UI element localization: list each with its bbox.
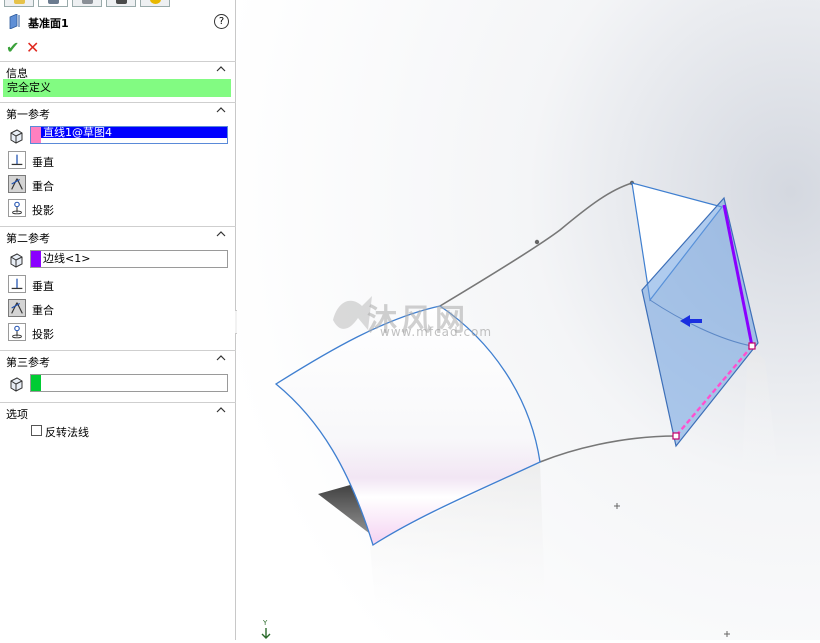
flip-normal-label: 反转法线 — [45, 426, 89, 439]
sketch-endpoint[interactable] — [672, 432, 680, 440]
feature-title-row: 基准面1 ? — [6, 13, 230, 31]
appearance-tab[interactable] — [140, 0, 170, 7]
section-divider — [0, 61, 236, 62]
third-reference-header[interactable]: 第三参考 — [0, 350, 236, 369]
property-manager-panel: 基准面1 ? ✔ ✕ 信息 完全定义 第一参考 直线1@草图4 垂直 重合 投影 — [0, 0, 236, 640]
axis-y-label: Y — [263, 619, 268, 627]
third-reference-selection-box[interactable] — [30, 374, 228, 392]
info-section-header[interactable]: 信息 — [0, 61, 236, 80]
property-manager-tab[interactable] — [38, 0, 68, 7]
option-label: 垂直 — [32, 156, 54, 169]
second-ref-option-coincident[interactable]: 重合 — [8, 299, 208, 319]
options-section-title: 选项 — [6, 408, 28, 421]
curve-point — [534, 239, 540, 245]
first-ref-option-project[interactable]: 投影 — [8, 199, 208, 219]
option-label: 垂直 — [32, 280, 54, 293]
option-label: 重合 — [32, 304, 54, 317]
coincident-icon — [8, 299, 26, 317]
chevron-up-icon[interactable] — [216, 353, 226, 363]
perpendicular-icon — [8, 151, 26, 169]
first-reference-header[interactable]: 第一参考 — [0, 102, 236, 121]
second-reference-selection-box[interactable]: 边线<1> — [30, 250, 228, 268]
feature-manager-tab[interactable] — [4, 0, 34, 7]
second-reference-header[interactable]: 第二参考 — [0, 226, 236, 245]
third-reference-title: 第三参考 — [6, 356, 50, 369]
third-reference-color-swatch — [31, 375, 41, 391]
second-ref-option-perpendicular[interactable]: 垂直 — [8, 275, 208, 295]
perpendicular-icon — [8, 275, 26, 293]
first-reference-selection-box[interactable]: 直线1@草图4 — [30, 126, 228, 144]
model-view — [237, 0, 820, 640]
chevron-up-icon[interactable] — [216, 64, 226, 74]
second-reference-selection-text: 边线<1> — [43, 252, 91, 265]
plane-icon — [9, 14, 20, 29]
property-manager-icon — [48, 0, 59, 4]
options-section-header[interactable]: 选项 — [0, 402, 236, 421]
help-icon[interactable]: ? — [214, 14, 229, 29]
reference-entity-icon — [10, 253, 23, 268]
appearance-icon — [150, 0, 161, 4]
section-divider — [0, 402, 236, 403]
first-ref-option-perpendicular[interactable]: 垂直 — [8, 151, 208, 171]
configuration-manager-tab[interactable] — [72, 0, 102, 7]
second-reference-title: 第二参考 — [6, 232, 50, 245]
option-label: 重合 — [32, 180, 54, 193]
sketch-endpoint[interactable] — [748, 342, 756, 350]
project-icon — [8, 199, 26, 217]
option-label: 投影 — [32, 204, 54, 217]
graphics-viewport[interactable]: 沐风网 www.mfcad.com Y — [237, 0, 820, 640]
reference-entity-icon — [10, 129, 23, 144]
watermark-url: www.mfcad.com — [380, 325, 493, 339]
section-divider — [0, 350, 236, 351]
feature-manager-icon — [14, 0, 25, 4]
flip-normal-checkbox[interactable] — [31, 425, 42, 436]
manager-tabs — [0, 0, 236, 8]
first-reference-title: 第一参考 — [6, 108, 50, 121]
dimxpert-icon — [116, 0, 127, 4]
second-ref-option-project[interactable]: 投影 — [8, 323, 208, 343]
section-divider — [0, 226, 236, 227]
first-ref-option-coincident[interactable]: 重合 — [8, 175, 208, 195]
project-icon — [8, 323, 26, 341]
chevron-up-icon[interactable] — [216, 229, 226, 239]
cancel-button[interactable]: ✕ — [26, 40, 42, 56]
feature-title: 基准面1 — [28, 17, 69, 30]
dimxpert-tab[interactable] — [106, 0, 136, 7]
chevron-up-icon[interactable] — [216, 105, 226, 115]
option-label: 投影 — [32, 328, 54, 341]
section-divider — [0, 102, 236, 103]
info-status-message: 完全定义 — [3, 79, 231, 97]
coincident-icon — [8, 175, 26, 193]
configuration-manager-icon — [82, 0, 93, 4]
second-reference-color-swatch — [31, 251, 41, 267]
first-reference-color-swatch — [31, 127, 41, 143]
reference-entity-icon — [10, 377, 23, 392]
first-reference-selection-text: 直线1@草图4 — [43, 126, 112, 139]
chevron-up-icon[interactable] — [216, 405, 226, 415]
ok-button[interactable]: ✔ — [6, 40, 22, 56]
